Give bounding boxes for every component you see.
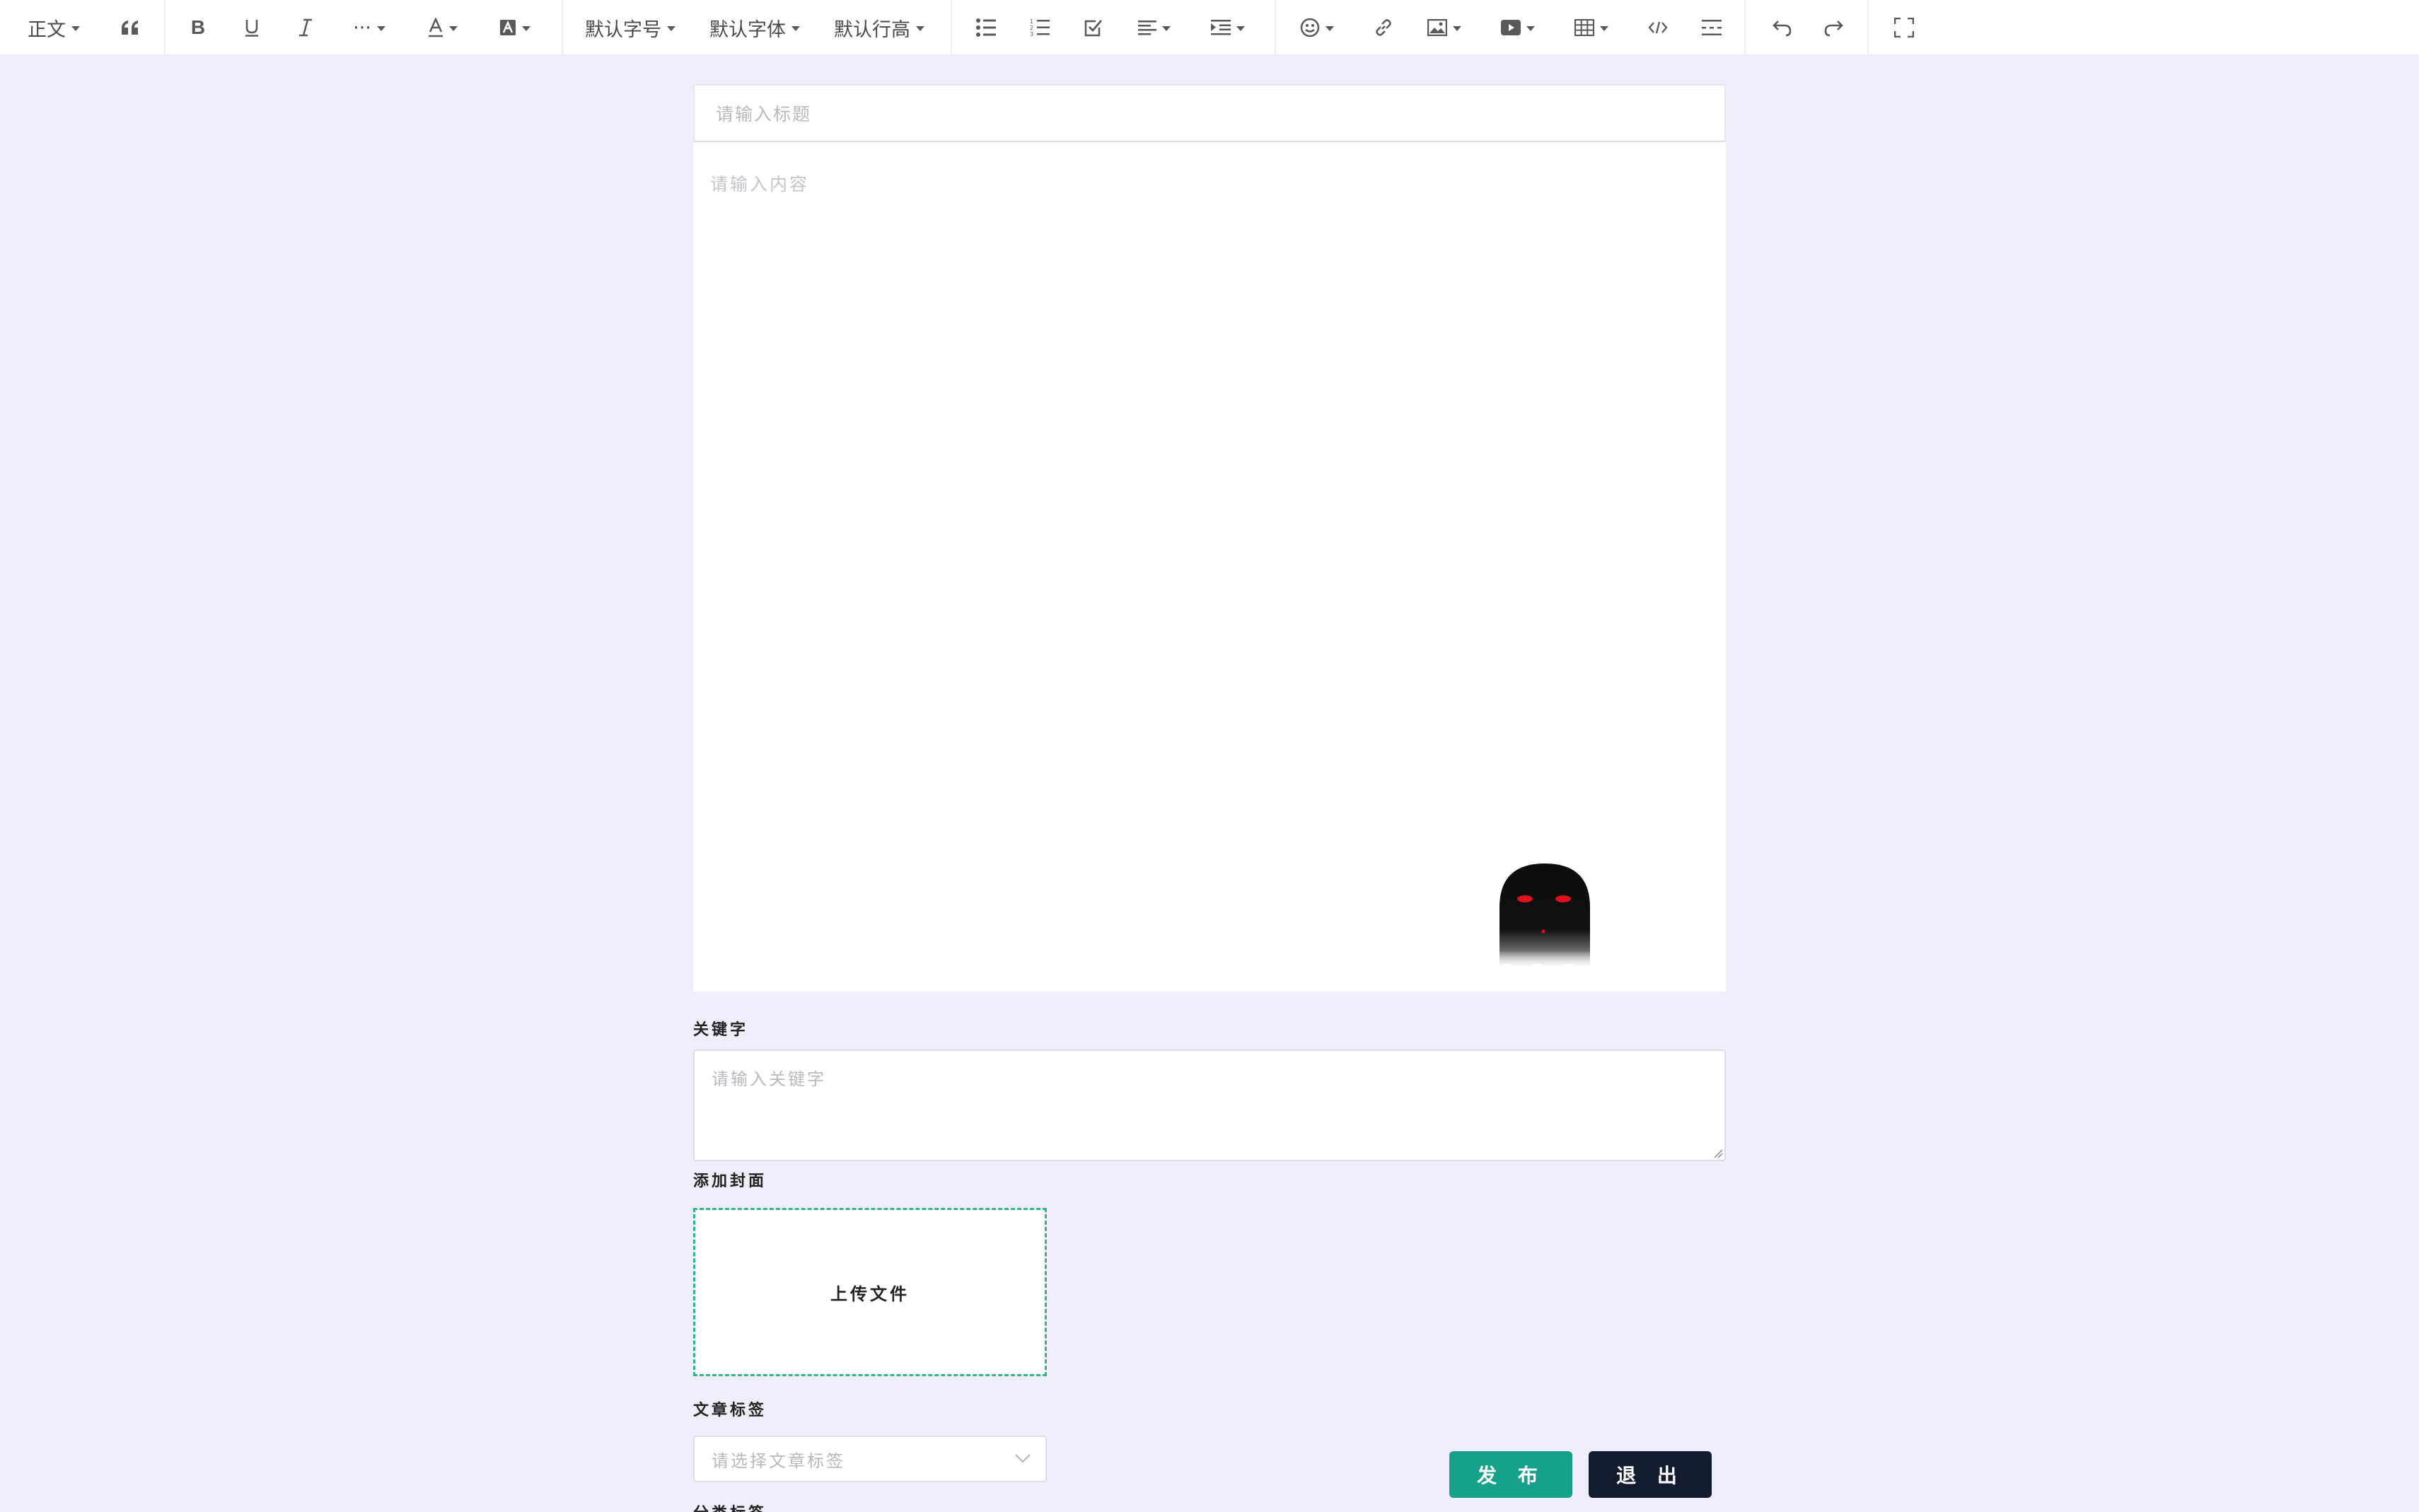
font-family-label: 默认字体 [709,18,786,41]
quote-icon [122,21,138,35]
resize-handle-icon[interactable] [1713,1148,1723,1158]
bold-icon: B [190,16,206,38]
toolbar-divider [1867,0,1869,55]
chevron-down-icon [667,25,675,31]
italic-icon [299,18,312,37]
chevron-down-icon [791,25,800,31]
chevron-down-icon [916,25,924,31]
video-dropdown[interactable] [1498,0,1538,55]
table-icon [1574,19,1594,36]
chevron-down-icon [71,25,80,31]
background-color-dropdown[interactable] [495,0,535,55]
font-color-dropdown[interactable] [423,0,463,55]
category-label: 分类标签 [693,1501,767,1512]
divider-icon [1702,20,1722,35]
toolbar-divider [562,0,563,55]
numbered-list-icon: 123 [1030,18,1050,37]
link-button[interactable] [1371,0,1396,55]
italic-button[interactable] [293,0,318,55]
keywords-placeholder: 请输入关键字 [712,1069,826,1089]
title-placeholder: 请输入标题 [716,104,812,124]
exit-button[interactable]: 退 出 [1589,1451,1712,1498]
font-size-dropdown[interactable]: 默认字号 [584,0,676,55]
emoji-dropdown[interactable] [1297,0,1337,55]
upload-label: 上传文件 [830,1283,910,1304]
undo-button[interactable] [1767,0,1795,55]
code-icon [1648,21,1668,34]
chevron-down-icon [1453,25,1461,31]
toolbar-divider [951,0,952,55]
chevron-down-icon [1526,25,1535,31]
svg-text:3: 3 [1030,31,1033,37]
indent-dropdown[interactable] [1208,0,1248,55]
image-dropdown[interactable] [1425,0,1464,55]
paragraph-style-dropdown[interactable]: 正文 [25,0,82,55]
keywords-label: 关键字 [693,1020,749,1039]
align-dropdown[interactable] [1135,0,1174,55]
numbered-list-button[interactable]: 123 [1027,0,1052,55]
chevron-down-icon [1600,25,1608,31]
editor-toolbar: 正文 B ··· 默认字号 默认字体 默认行高 123 [0,0,2419,55]
upload-cover-button[interactable]: 上传文件 [693,1208,1047,1376]
tags-placeholder: 请选择文章标签 [712,1450,845,1471]
image-icon [1427,19,1447,36]
chevron-down-icon [376,25,385,31]
bullet-list-button[interactable] [973,0,999,55]
underline-icon [245,20,258,37]
keywords-textarea[interactable]: 请输入关键字 [693,1049,1726,1161]
emoji-icon [1300,18,1320,37]
publish-button[interactable]: 发 布 [1449,1451,1572,1498]
content-placeholder: 请输入内容 [710,174,810,194]
toolbar-divider [1744,0,1746,55]
todo-button[interactable] [1081,0,1106,55]
undo-icon [1773,21,1792,37]
more-formats-dropdown[interactable]: ··· [348,0,390,55]
toolbar-divider [1275,0,1276,55]
video-icon [1501,20,1521,35]
bullet-list-icon [976,18,996,37]
font-family-dropdown[interactable]: 默认字体 [709,0,801,55]
underline-button[interactable] [239,0,265,55]
chevron-down-icon [1325,25,1334,31]
cover-label: 添加封面 [693,1172,767,1190]
chevron-down-icon [1236,25,1245,31]
chevron-down-icon [1162,25,1171,31]
fullscreen-icon [1894,18,1914,37]
font-size-label: 默认字号 [585,18,661,41]
table-dropdown[interactable] [1572,0,1611,55]
align-icon [1138,21,1156,35]
toolbar-divider [164,0,166,55]
code-block-button[interactable] [1645,0,1671,55]
redo-button[interactable] [1821,0,1849,55]
chevron-down-icon [522,25,530,31]
title-input[interactable]: 请输入标题 [693,84,1726,142]
chevron-down-icon [1015,1454,1031,1463]
fullscreen-button[interactable] [1890,0,1918,55]
ghost-mascot-icon[interactable] [1498,861,1591,974]
more-icon: ··· [353,16,371,39]
paragraph-style-label: 正文 [28,18,66,41]
tags-label: 文章标签 [693,1401,767,1419]
todo-icon [1084,20,1103,37]
bg-color-icon [500,20,516,35]
redo-icon [1824,21,1843,37]
content-editor[interactable]: 请输入内容 [693,142,1726,991]
line-height-label: 默认行高 [834,18,910,41]
font-color-icon [429,18,443,37]
link-icon [1376,19,1391,36]
chevron-down-icon [449,25,458,31]
indent-icon [1211,20,1231,35]
svg-text:1: 1 [1030,18,1033,25]
bold-button[interactable]: B [185,0,211,55]
quote-button[interactable] [116,0,144,55]
svg-text:2: 2 [1030,25,1033,31]
line-height-dropdown[interactable]: 默认行高 [833,0,925,55]
tags-select[interactable]: 请选择文章标签 [693,1436,1047,1482]
divider-button[interactable] [1699,0,1724,55]
